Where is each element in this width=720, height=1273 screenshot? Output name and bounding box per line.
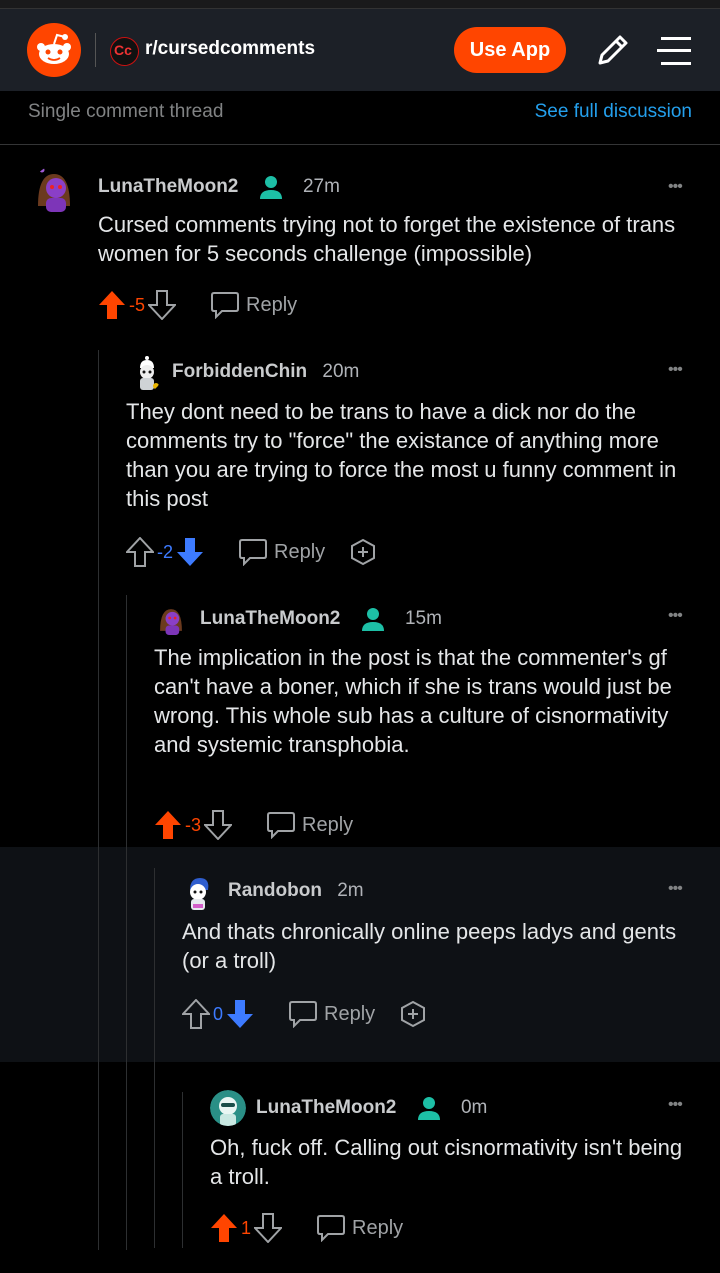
upvote-icon[interactable] [126,537,154,567]
subreddit-name[interactable]: r/cursedcomments [145,38,315,60]
thread-bar: Single comment thread See full discussio… [0,91,720,145]
user-avatar[interactable] [32,166,76,214]
more-options-icon[interactable]: ••• [668,607,683,625]
vote-score: -3 [185,814,202,835]
thread-line [98,350,99,1250]
user-avatar[interactable] [132,354,162,392]
menu-icon[interactable] [657,35,693,67]
thread-line [154,868,155,1248]
single-thread-label: Single comment thread [28,101,224,122]
comment-body: The implication in the post is that the … [154,645,672,757]
username[interactable]: LunaTheMoon2 [256,1097,396,1118]
header-divider [95,33,96,67]
reply-label: Reply [274,540,326,563]
thread-line [126,595,127,1250]
top-header: Cc r/cursedcomments Use App [0,9,720,91]
vote-score: 1 [241,1217,252,1238]
username[interactable]: LunaTheMoon2 [98,176,238,197]
award-icon[interactable] [349,538,377,566]
reply-label: Reply [246,293,298,316]
vote-score: 0 [213,1003,224,1024]
downvote-icon[interactable] [226,999,254,1029]
more-options-icon[interactable]: ••• [668,1096,683,1114]
downvote-icon[interactable] [148,290,177,320]
comment-body: They dont need to be trans to have a dic… [126,399,677,511]
see-full-discussion-link[interactable]: See full discussion [535,101,692,123]
reply-bubble-icon [267,812,296,839]
thread-line [182,1092,183,1248]
reply-label: Reply [324,1002,376,1025]
reply-label: Reply [302,813,354,836]
status-strip [0,0,720,9]
upvote-icon[interactable] [98,290,126,320]
vote-score: -2 [157,541,174,562]
upvote-icon[interactable] [210,1213,238,1243]
reddit-logo-icon[interactable] [27,23,81,77]
pencil-icon[interactable] [594,31,632,69]
downvote-icon[interactable] [204,810,233,840]
reply-bubble-icon [211,292,240,319]
subreddit-icon: Cc [110,37,139,66]
user-flair-icon [259,176,282,199]
upvote-icon[interactable] [154,810,182,840]
comment-body: Cursed comments trying not to forget the… [98,212,676,266]
username[interactable]: ForbiddenChin [172,361,307,382]
reply-bubble-icon [239,539,268,566]
username[interactable]: Randobon [228,880,322,901]
downvote-icon[interactable] [254,1213,283,1243]
user-avatar[interactable] [156,603,186,637]
comment-time: 2m [337,880,364,901]
comment-time: 15m [404,608,442,630]
reply-bubble-icon [317,1215,346,1242]
more-options-icon[interactable]: ••• [668,178,683,196]
user-flair-icon [361,608,384,631]
upvote-icon[interactable] [182,999,210,1029]
comment-time: 20m [322,361,360,382]
user-avatar[interactable] [184,876,212,912]
username[interactable]: LunaTheMoon2 [200,608,340,629]
reply-button[interactable]: Reply [266,811,353,839]
reply-label: Reply [352,1216,404,1239]
use-app-button[interactable]: Use App [454,27,566,73]
award-icon[interactable] [399,1000,427,1028]
vote-score: -5 [129,294,146,315]
reply-button[interactable]: Reply [238,538,325,566]
user-flair-icon [417,1097,440,1120]
comment-time: 27m [302,176,340,198]
reply-button[interactable]: Reply [288,1000,375,1028]
more-options-icon[interactable]: ••• [668,361,683,379]
reply-bubble-icon [289,1001,318,1028]
comment-body: And thats chronically online peeps ladys… [182,919,677,973]
comment-body: Oh, fuck off. Calling out cisnormativity… [210,1135,683,1189]
more-options-icon[interactable]: ••• [668,880,683,898]
reply-button[interactable]: Reply [210,291,297,319]
user-avatar[interactable] [210,1090,246,1126]
downvote-icon[interactable] [176,537,204,567]
comment-time: 0m [460,1097,488,1119]
reply-button[interactable]: Reply [316,1214,403,1242]
